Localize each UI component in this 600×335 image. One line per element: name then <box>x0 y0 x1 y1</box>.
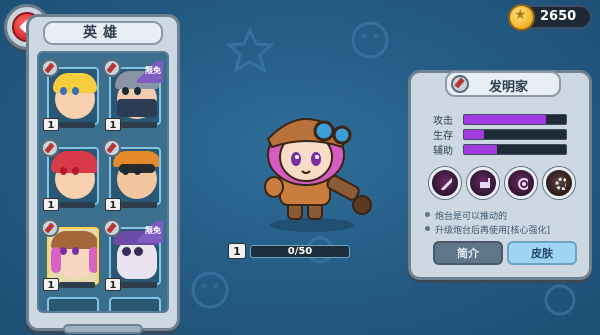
turret-skill-icon[interactable] <box>467 167 499 199</box>
stat-label: 辅助 <box>433 146 453 157</box>
stat-label: 生存 <box>433 131 453 142</box>
hero-progress-bar <box>121 122 157 128</box>
stat-fill <box>464 115 546 124</box>
hero-list-panel: 英雄 1 限免 1 1 1 1 限免 1 <box>26 14 180 334</box>
hero-portrait <box>47 67 99 125</box>
stat-track <box>463 144 567 155</box>
skill-row <box>429 167 577 203</box>
blade-skill-icon[interactable] <box>429 167 461 199</box>
stat-label: 攻击 <box>433 116 453 127</box>
hero-name-bar: 发明家 <box>445 71 561 97</box>
sword-icon <box>41 59 59 77</box>
inventor-character-art <box>250 105 380 235</box>
hero-card-goggle[interactable]: 1 <box>103 139 161 211</box>
hero-panel-title: 英雄 <box>43 21 163 45</box>
hero-level: 1 <box>105 118 121 131</box>
sword-icon <box>103 139 121 157</box>
stat-fill <box>464 130 485 139</box>
hero-portrait <box>109 147 161 205</box>
hero-card-ninja[interactable]: 限免 1 <box>103 59 163 131</box>
sword-icon <box>451 75 469 93</box>
coin-counter: 2650 <box>508 4 592 31</box>
sword-icon <box>41 219 59 237</box>
coin-amount: 2650 <box>540 9 577 24</box>
hero-card-inventor[interactable]: 1 <box>41 219 99 291</box>
free-badge: 限免 <box>137 221 163 243</box>
xp-progress-bar: 0/50 <box>250 245 350 258</box>
hero-portrait <box>47 147 99 205</box>
hero-card-partial[interactable] <box>47 297 99 311</box>
sword-icon <box>103 219 121 237</box>
sword-icon <box>103 59 121 77</box>
hero-progress-bar <box>59 202 95 208</box>
hero-card-blonde[interactable]: 1 <box>41 59 99 131</box>
skill-description-2: 升级炮台后再使用[核心强化] <box>424 223 550 236</box>
hero-level: 1 <box>43 278 59 291</box>
hero-level: 1 <box>105 278 121 291</box>
skill-description-1: 炮台是可以推动的 <box>424 209 507 222</box>
gear-skill-icon[interactable] <box>543 167 575 199</box>
hero-card-skull[interactable]: 限免 1 <box>103 219 163 291</box>
hero-card-redhair[interactable]: 1 <box>41 139 99 211</box>
free-badge: 限免 <box>137 61 163 83</box>
orb-skill-icon[interactable] <box>505 167 537 199</box>
character-level: 1 <box>228 243 246 259</box>
hero-grid: 1 限免 1 1 1 1 限免 1 <box>37 51 169 313</box>
hero-progress-bar <box>121 282 157 288</box>
hero-card-partial[interactable] <box>109 297 161 311</box>
hero-progress-bar <box>121 202 157 208</box>
stat-track <box>463 129 567 140</box>
skin-tab-button[interactable]: 皮肤 <box>507 241 577 265</box>
hero-portrait <box>47 227 99 285</box>
stat-support: 辅助 <box>433 143 573 157</box>
character-level-row: 1 0/50 <box>228 243 352 261</box>
hero-progress-bar <box>59 122 95 128</box>
hero-level: 1 <box>43 118 59 131</box>
stat-attack: 攻击 <box>433 113 573 127</box>
stat-track <box>463 114 567 125</box>
hero-level: 1 <box>105 198 121 211</box>
hero-progress-bar <box>59 282 95 288</box>
hero-detail-panel: 发明家 攻击 生存 辅助 炮台是可以推动的 升级炮台后再使用[核心强化] 简介 … <box>408 70 592 280</box>
hero-name: 发明家 <box>489 80 529 95</box>
stat-fill <box>464 145 497 154</box>
stat-survival: 生存 <box>433 128 573 142</box>
hero-level: 1 <box>43 198 59 211</box>
sword-icon <box>41 139 59 157</box>
intro-tab-button[interactable]: 简介 <box>433 241 503 265</box>
panel-footer <box>63 324 143 334</box>
coin-icon <box>508 4 535 31</box>
